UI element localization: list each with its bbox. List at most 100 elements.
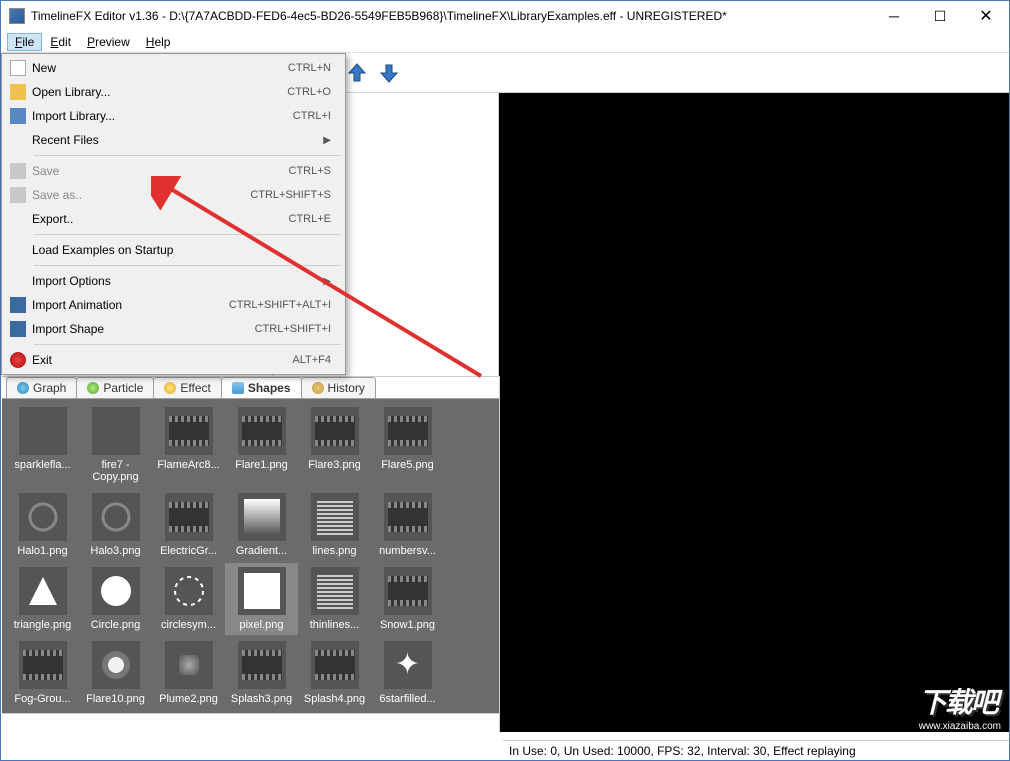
menu-open-library[interactable]: Open Library...CTRL+O [4,80,343,104]
menu-import-options[interactable]: Import Options▶ [4,269,343,293]
tab-shapes[interactable]: Shapes [221,377,302,398]
menu-new[interactable]: NewCTRL+N [4,56,343,80]
shape-item[interactable]: numbersv... [371,489,444,561]
shape-item[interactable]: fire7 - Copy.png [79,403,152,487]
tab-effect[interactable]: Effect [153,377,221,398]
menu-import-shape[interactable]: Import ShapeCTRL+SHIFT+I [4,317,343,341]
shape-item[interactable]: Halo3.png [79,489,152,561]
maximize-button[interactable]: ☐ [917,1,963,31]
shape-thumb [384,407,432,455]
shape-label: triangle.png [8,619,77,631]
shape-item[interactable]: ElectricGr... [152,489,225,561]
shape-item[interactable]: ✦8starfilled... [6,711,79,713]
tab-graph[interactable]: Graph [6,377,77,398]
shape-label: Splash3.png [227,693,296,705]
shape-thumb [311,641,359,689]
shape-item[interactable]: ✱sparklefla... [152,711,225,713]
shape-thumb [165,567,213,615]
shape-label: thinlines... [300,619,369,631]
menu-separator [34,155,341,156]
shape-label: pixel.png [227,619,296,631]
shape-label: Circle.png [81,619,150,631]
shapes-grid[interactable]: sparklefla...fire7 - Copy.pngFlameArc8..… [2,399,499,713]
shape-label: lines.png [300,545,369,557]
shape-item[interactable]: Flare5.png [371,403,444,487]
shape-item[interactable]: Snow1.png [371,563,444,635]
status-text: In Use: 0, Un Used: 10000, FPS: 32, Inte… [509,744,856,758]
shape-item[interactable]: Gradient... [225,489,298,561]
menu-export[interactable]: Export..CTRL+E [4,207,343,231]
shape-label: 6starfilled... [373,693,442,705]
shape-label: Plume2.png [154,693,223,705]
shape-label: Splash4.png [300,693,369,705]
menubar: FFileile Edit Preview Help [1,31,1009,53]
app-icon [9,8,25,24]
shape-thumb [311,567,359,615]
menu-recent-files[interactable]: Recent Files▶ [4,128,343,152]
shape-item[interactable]: ✦6starfilled... [371,637,444,709]
shapes-icon [232,382,244,394]
save-icon [10,163,26,179]
shape-label: Flare5.png [373,459,442,471]
shape-item[interactable]: Fog-Grou... [6,637,79,709]
arrow-down-icon[interactable] [375,59,403,87]
shape-item[interactable]: pixel.png [225,563,298,635]
shape-thumb [19,407,67,455]
menu-separator [34,344,341,345]
shape-item[interactable]: Flare1.png [225,403,298,487]
watermark-logo: 下载吧 [919,681,1001,721]
close-button[interactable]: ✕ [963,1,1009,31]
shape-item[interactable]: triangle.png [6,563,79,635]
shape-thumb [92,641,140,689]
menu-file[interactable]: FFileile [7,33,42,51]
menu-preview[interactable]: Preview [79,33,138,51]
shape-item[interactable]: Flare10.png [79,637,152,709]
shape-label: Flare10.png [81,693,150,705]
shape-item[interactable]: Plume2.png [152,637,225,709]
shape-label: ElectricGr... [154,545,223,557]
menu-exit[interactable]: ExitALT+F4 [4,348,343,372]
shape-label: numbersv... [373,545,442,557]
menu-save-as[interactable]: Save as..CTRL+SHIFT+S [4,183,343,207]
preview-panel[interactable]: 下载吧 www.xiazaiba.com [499,93,1009,732]
arrow-up-icon[interactable] [343,59,371,87]
shape-thumb [165,641,213,689]
shape-label: Flare1.png [227,459,296,471]
window-title: TimelineFX Editor v1.36 - D:\{7A7ACBDD-F… [31,9,871,23]
menu-edit[interactable]: Edit [42,33,79,51]
shape-item[interactable]: FlameArc8... [152,403,225,487]
tabs: Graph Particle Effect Shapes History [2,377,499,399]
shape-item[interactable]: Flare3.png [298,403,371,487]
menu-load-examples[interactable]: Load Examples on Startup [4,238,343,262]
shape-label: FlameArc8... [154,459,223,471]
shape-item[interactable]: thinlines... [298,563,371,635]
shape-item[interactable]: circlesym... [152,563,225,635]
shape-thumb [238,641,286,689]
shape-label: sparklefla... [8,459,77,471]
shape-item[interactable]: lines.png [298,489,371,561]
titlebar: TimelineFX Editor v1.36 - D:\{7A7ACBDD-F… [1,1,1009,31]
shape-item[interactable]: Splash3.png [225,637,298,709]
menu-help[interactable]: Help [138,33,179,51]
shape-thumb [238,407,286,455]
menu-separator [34,234,341,235]
tab-particle[interactable]: Particle [76,377,154,398]
shape-item[interactable]: ✧8starhollo... [79,711,152,713]
particle-icon [87,382,99,394]
tab-history[interactable]: History [301,377,376,398]
menu-import-animation[interactable]: Import AnimationCTRL+SHIFT+ALT+I [4,293,343,317]
shape-item[interactable]: Circle.png [79,563,152,635]
shape-label: Halo1.png [8,545,77,557]
shape-item[interactable]: Halo1.png [6,489,79,561]
new-icon [10,60,26,76]
minimize-button[interactable]: ─ [871,1,917,31]
bottom-panel: Graph Particle Effect Shapes History spa… [2,376,500,732]
menu-save[interactable]: SaveCTRL+S [4,159,343,183]
shape-item[interactable]: sparklefla... [6,403,79,487]
chevron-right-icon: ▶ [323,135,331,146]
menu-import-library[interactable]: Import Library...CTRL+I [4,104,343,128]
window-controls: ─ ☐ ✕ [871,1,1009,31]
shape-thumb [19,641,67,689]
shape-item[interactable]: Splash4.png [298,637,371,709]
exit-icon [10,352,26,368]
